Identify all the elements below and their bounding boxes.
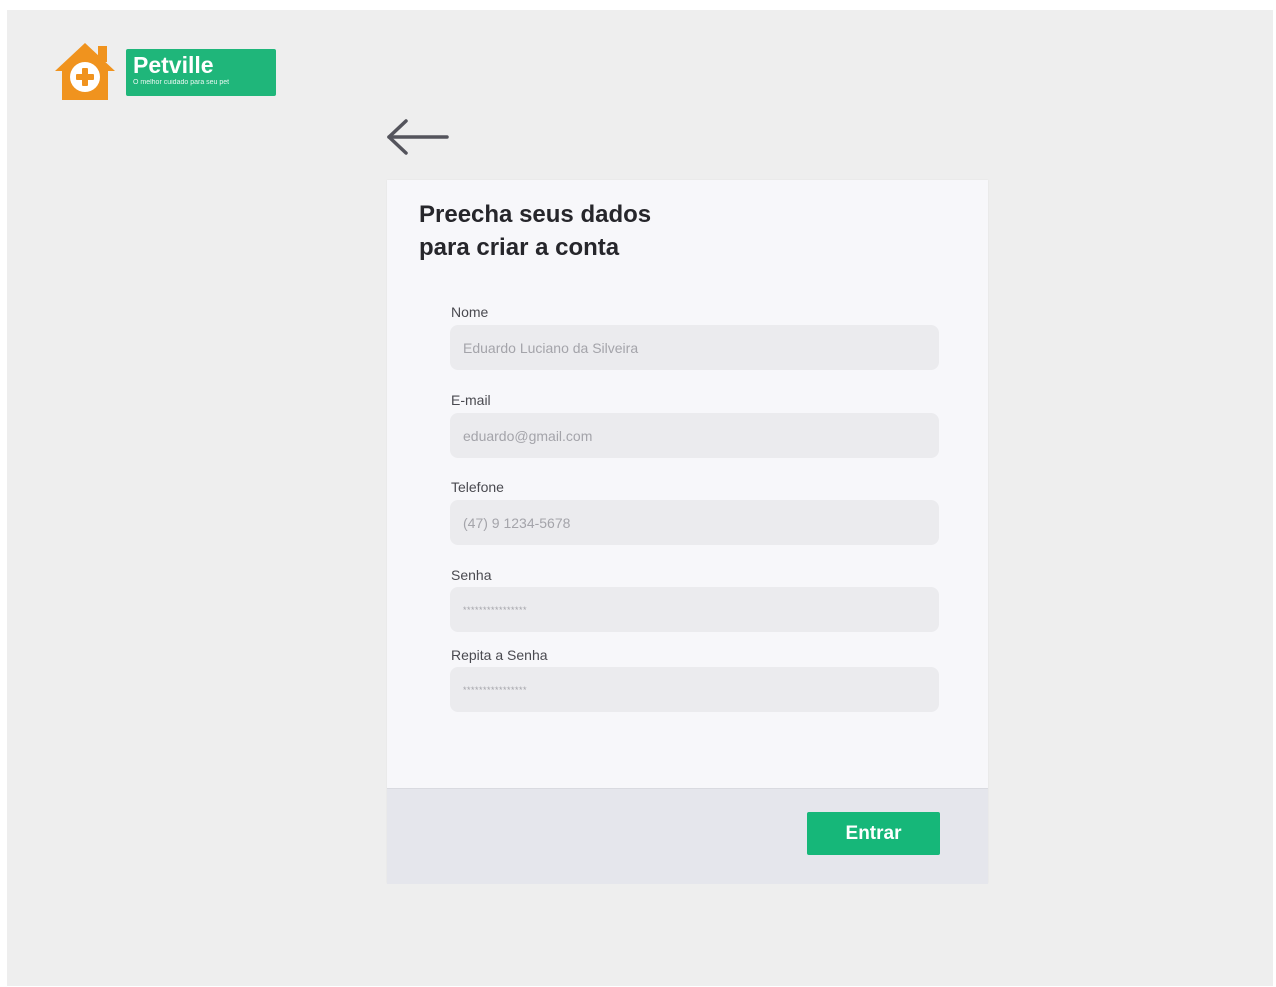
card-footer: Entrar bbox=[387, 788, 988, 884]
brand-badge: Petville O melhor cuidado para seu pet bbox=[126, 48, 276, 96]
form-title: Preecha seus dados para criar a conta bbox=[419, 198, 719, 264]
email-label: E-mail bbox=[451, 392, 491, 408]
house-plus-icon bbox=[55, 43, 115, 100]
repeat-password-label: Repita a Senha bbox=[451, 647, 548, 663]
form-title-line-2: para criar a conta bbox=[419, 234, 620, 261]
submit-button[interactable]: Entrar bbox=[807, 812, 940, 855]
repeat-password-input[interactable] bbox=[450, 667, 939, 712]
phone-input[interactable] bbox=[450, 500, 939, 545]
brand-name: Petville bbox=[133, 51, 214, 78]
brand-logo[interactable]: Petville O melhor cuidado para seu pet bbox=[52, 40, 276, 102]
form-title-line-1: Preecha seus dados bbox=[419, 201, 652, 228]
password-input[interactable] bbox=[450, 587, 939, 632]
app-screen: Petville O melhor cuidado para seu pet P… bbox=[7, 10, 1273, 986]
arrow-left-icon bbox=[387, 119, 449, 155]
back-button[interactable] bbox=[384, 117, 452, 157]
email-input[interactable] bbox=[450, 413, 939, 458]
brand-tagline: O melhor cuidado para seu pet bbox=[133, 78, 230, 86]
name-label: Nome bbox=[451, 304, 489, 320]
phone-label: Telefone bbox=[451, 479, 504, 495]
signup-card: Preecha seus dados para criar a conta No… bbox=[387, 180, 988, 884]
name-input[interactable] bbox=[450, 325, 939, 370]
password-label: Senha bbox=[451, 567, 492, 583]
